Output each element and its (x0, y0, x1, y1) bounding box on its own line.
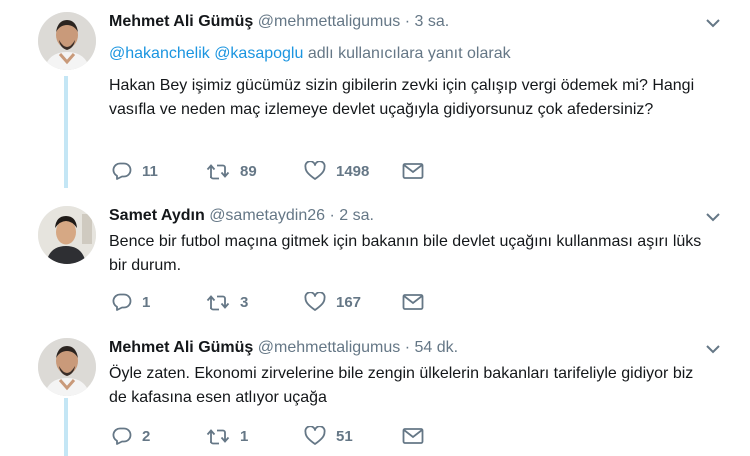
heart-icon (304, 426, 326, 445)
reply-count: 1 (142, 293, 151, 311)
mention-links[interactable]: @hakanchelik @kasapoglu (109, 45, 303, 62)
avatar[interactable] (38, 338, 96, 396)
avatar-image (38, 12, 96, 70)
retweet-button[interactable]: 3 (206, 291, 248, 313)
timestamp[interactable]: 3 sa. (415, 13, 450, 30)
retweet-icon (206, 295, 230, 311)
avatar-image (38, 206, 96, 264)
retweet-button[interactable]: 89 (206, 160, 257, 182)
reply-button[interactable]: 2 (112, 425, 150, 447)
tweet-text: Bence bir futbol maçına gitmek için baka… (109, 233, 702, 274)
avatar[interactable] (38, 206, 96, 264)
tweet-header: Samet Aydın @sametaydin26 · 2 sa. (109, 206, 374, 226)
retweet-count: 1 (240, 427, 249, 445)
envelope-icon (402, 163, 424, 179)
heart-icon (304, 292, 326, 311)
reply-icon (112, 293, 132, 311)
direct-message-button[interactable] (402, 160, 424, 182)
tweet-text: Öyle zaten. Ekonomi zirvelerine bile zen… (109, 365, 694, 406)
author-name[interactable]: Mehmet Ali Gümüş (109, 339, 253, 356)
retweet-count: 3 (240, 293, 249, 311)
separator: · (404, 339, 411, 356)
like-button[interactable]: 51 (304, 425, 353, 447)
reply-count: 2 (142, 427, 151, 445)
separator: · (329, 207, 335, 224)
chevron-down-icon[interactable] (706, 212, 720, 222)
chevron-down-icon[interactable] (706, 18, 720, 28)
retweet-button[interactable]: 1 (206, 425, 248, 447)
chevron-down-icon[interactable] (706, 344, 720, 354)
reply-button[interactable]: 11 (112, 160, 158, 182)
timestamp[interactable]: 54 dk. (415, 339, 459, 356)
direct-message-button[interactable] (402, 291, 424, 313)
like-count: 51 (336, 427, 353, 445)
reply-icon (112, 162, 132, 180)
reply-button[interactable]: 1 (112, 291, 150, 313)
reply-count: 11 (142, 162, 158, 180)
retweet-icon (206, 429, 230, 445)
like-count: 167 (336, 293, 362, 311)
author-name[interactable]: Mehmet Ali Gümüş (109, 13, 253, 30)
tweet[interactable]: Samet Aydın @sametaydin26 · 2 sa. Bence … (0, 206, 750, 326)
tweet-header: Mehmet Ali Gümüş @mehmettaligumus · 3 sa… (109, 12, 449, 32)
author-handle[interactable]: @sametaydin26 (209, 207, 325, 224)
tweet-header: Mehmet Ali Gümüş @mehmettaligumus · 54 d… (109, 338, 458, 358)
avatar-image (38, 338, 96, 396)
author-name[interactable]: Samet Aydın (109, 207, 205, 224)
direct-message-button[interactable] (402, 425, 424, 447)
avatar[interactable] (38, 12, 96, 70)
tweet-text: Hakan Bey işimiz gücümüz sizin gibilerin… (109, 77, 695, 118)
reply-icon (112, 427, 132, 445)
envelope-icon (402, 428, 424, 444)
tweet[interactable]: Mehmet Ali Gümüş @mehmettaligumus · 54 d… (0, 338, 750, 456)
author-handle[interactable]: @mehmettaligumus (258, 339, 401, 356)
like-button[interactable]: 167 (304, 291, 361, 313)
separator: · (404, 13, 411, 30)
heart-icon (304, 161, 326, 180)
replying-to: @hakanchelik @kasapoglu adlı kullanıcıla… (109, 44, 511, 64)
retweet-icon (206, 164, 230, 180)
author-handle[interactable]: @mehmettaligumus (258, 13, 401, 30)
timestamp[interactable]: 2 sa. (339, 207, 374, 224)
tweet[interactable]: Mehmet Ali Gümüş @mehmettaligumus · 3 sa… (0, 12, 750, 192)
replying-suffix: adlı kullanıcılara yanıt olarak (303, 45, 511, 62)
envelope-icon (402, 294, 424, 310)
retweet-count: 89 (240, 162, 257, 180)
like-button[interactable]: 1498 (304, 160, 369, 182)
like-count: 1498 (336, 162, 370, 180)
